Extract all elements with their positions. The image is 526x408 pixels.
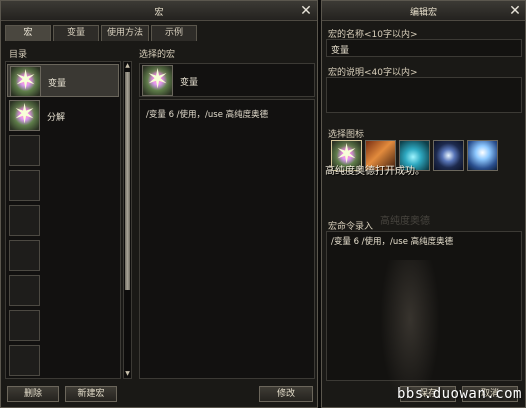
faded-overlay-text: 高纯度奥德 [380, 216, 430, 227]
vortex-icon[interactable] [433, 140, 464, 171]
empty-slot[interactable] [7, 309, 119, 342]
macro-list-scrollbar[interactable]: ▲ ▼ [123, 61, 132, 379]
macro-name-value: 变量 [331, 46, 350, 56]
tab-example[interactable]: 示例 [151, 25, 197, 41]
scroll-up-icon[interactable]: ▲ [124, 62, 131, 70]
slot-frame [9, 170, 40, 201]
slot-frame [9, 240, 40, 271]
ice-figure-icon[interactable] [467, 140, 498, 171]
tab-variable[interactable]: 变量 [53, 25, 99, 41]
list-item-label: 变量 [48, 79, 67, 89]
empty-slot[interactable] [7, 134, 119, 167]
system-message: 高纯度奥德打开成功。 [325, 166, 425, 177]
edit-button[interactable]: 修改 [259, 386, 313, 402]
slot-frame [9, 345, 40, 376]
macro-command-value: /变量 6 /使用，/use 高纯度奥德 [331, 237, 454, 247]
macro-content-box: /变量 6 /使用，/use 高纯度奥德 [139, 99, 315, 379]
macro-content-text: /变量 6 /使用，/use 高纯度奥德 [146, 110, 269, 120]
macro-list: 变量 分解 [5, 61, 121, 379]
new-macro-button[interactable]: 新建宏 [65, 386, 117, 402]
close-icon[interactable]: ✕ [506, 2, 524, 20]
slot-frame [9, 135, 40, 166]
star-burst-icon [10, 66, 41, 97]
star-burst-icon [9, 100, 40, 131]
list-item[interactable]: 分解 [7, 99, 119, 132]
star-burst-icon [142, 65, 173, 96]
icon-select-label: 选择图标 [328, 130, 365, 140]
empty-slot[interactable] [7, 344, 119, 377]
macro-window-titlebar[interactable]: 宏 ✕ [1, 1, 317, 21]
empty-slot[interactable] [7, 239, 119, 272]
list-item[interactable]: 变量 [7, 64, 119, 97]
edit-macro-title: 编辑宏 [409, 8, 437, 18]
delete-button[interactable]: 删除 [7, 386, 59, 402]
selected-macro-box: 变量 [139, 63, 315, 97]
macro-desc-field[interactable] [326, 77, 522, 113]
selected-macro-name: 变量 [180, 78, 199, 88]
empty-slot[interactable] [7, 169, 119, 202]
watermark: bbs.duowan.com [396, 386, 522, 402]
scroll-thumb[interactable] [125, 72, 130, 290]
directory-label: 目录 [9, 50, 28, 60]
slot-frame [9, 275, 40, 306]
tab-macro[interactable]: 宏 [5, 25, 51, 41]
empty-slot[interactable] [7, 204, 119, 237]
slot-frame [9, 205, 40, 236]
selected-macro-label: 选择的宏 [139, 50, 176, 60]
scroll-down-icon[interactable]: ▼ [124, 370, 131, 378]
close-icon[interactable]: ✕ [297, 2, 315, 20]
edit-macro-titlebar[interactable]: 编辑宏 ✕ [322, 1, 525, 21]
macro-name-field[interactable]: 变量 [326, 39, 522, 57]
list-item-label: 分解 [47, 113, 66, 123]
empty-slot[interactable] [7, 274, 119, 307]
tab-usage[interactable]: 使用方法 [101, 25, 149, 41]
slot-frame [9, 310, 40, 341]
macro-window-title: 宏 [154, 8, 164, 18]
macro-window: 宏 ✕ 宏 变量 使用方法 示例 目录 选择的宏 变量 分解 ▲ ▼ 变量 [0, 0, 318, 408]
